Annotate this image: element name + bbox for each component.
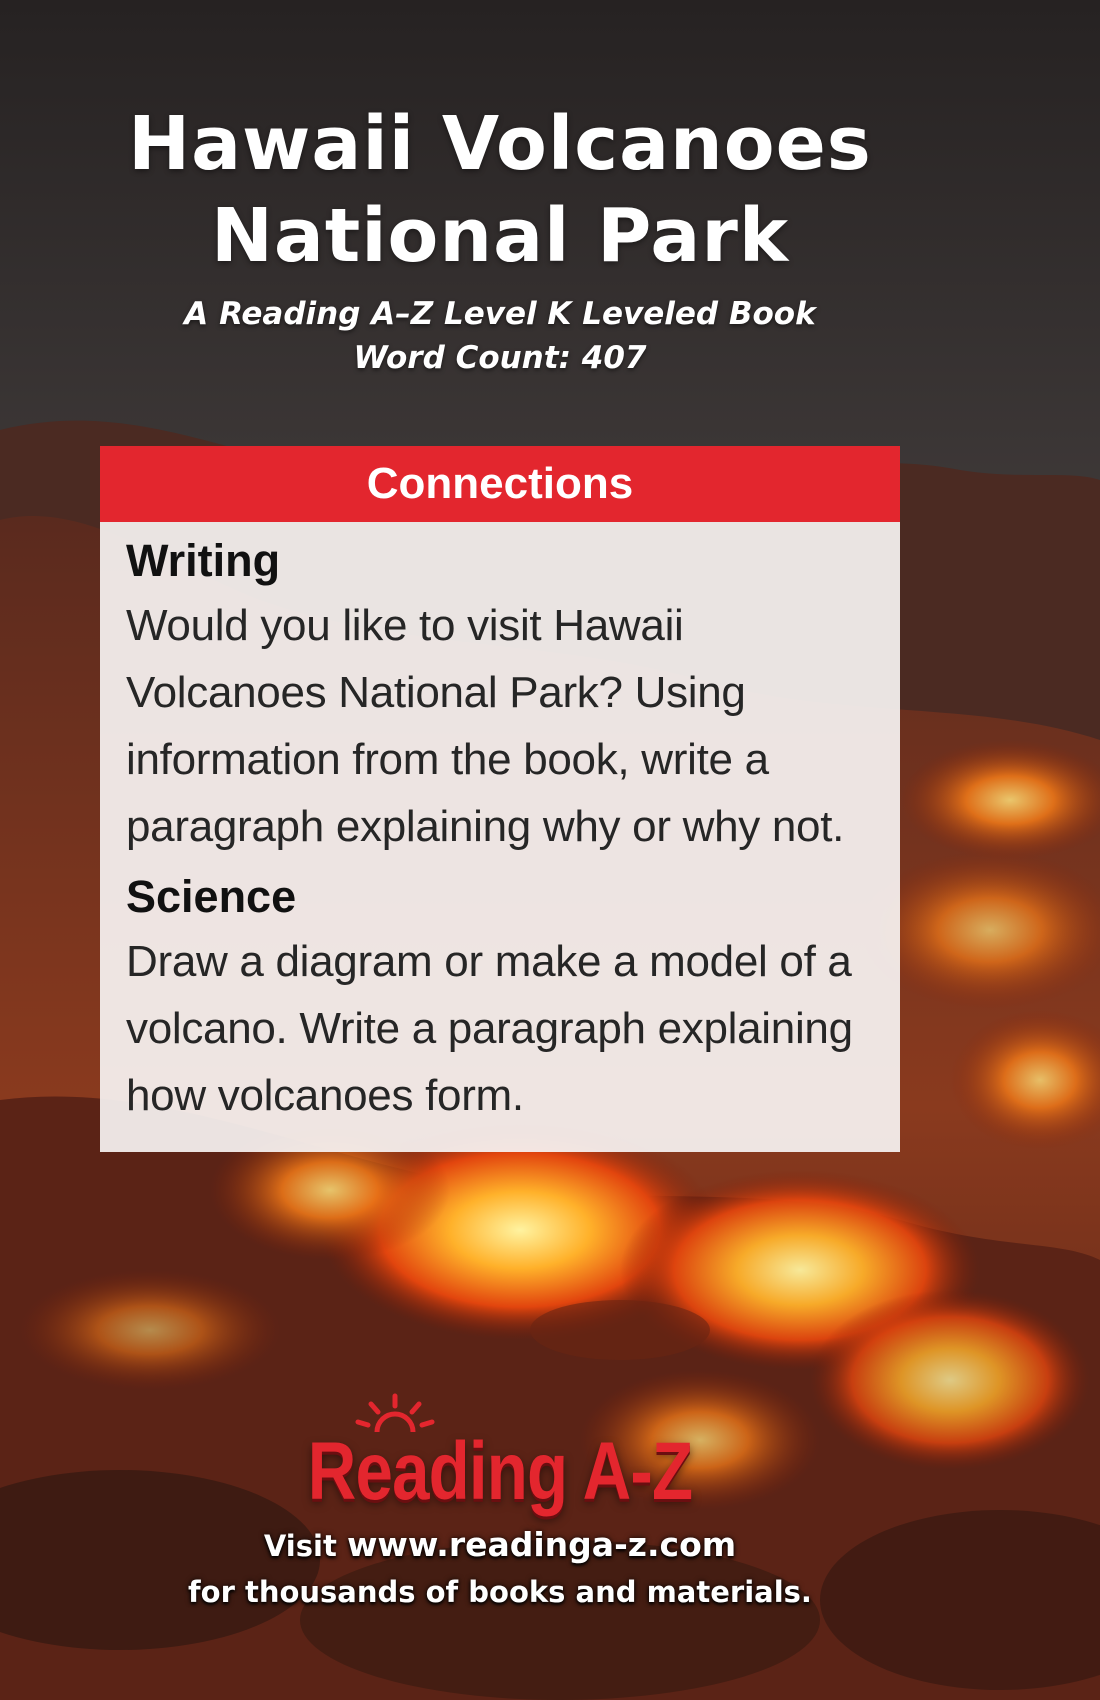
science-text: Draw a diagram or make a model of a volc… xyxy=(126,937,853,1120)
connections-body: Writing Would you like to visit Hawaii V… xyxy=(100,522,900,1129)
connections-panel: Connections Writing Would you like to vi… xyxy=(100,446,900,1152)
science-heading: Science xyxy=(126,871,297,922)
word-count-line: Word Count: 407 xyxy=(353,340,647,376)
book-title: Hawaii Volcanoes National Park xyxy=(0,98,1000,282)
footer-text: Visit www.readinga-z.com for thousands o… xyxy=(0,1522,1000,1615)
level-line: A Reading A–Z Level K Leveled Book xyxy=(184,296,816,332)
connections-header: Connections xyxy=(100,446,900,522)
writing-heading: Writing xyxy=(126,535,281,586)
website-link[interactable]: www.readinga-z.com xyxy=(347,1525,736,1564)
book-title-line-2: National Park xyxy=(210,193,790,279)
footer-tagline: for thousands of books and materials. xyxy=(188,1575,812,1609)
reading-az-logo: Reading A-Z xyxy=(307,1426,693,1517)
writing-text: Would you like to visit Hawaii Volcanoes… xyxy=(126,601,845,851)
book-subtitle: A Reading A–Z Level K Leveled Book Word … xyxy=(0,292,1000,380)
footer-visit-line: Visit www.readinga-z.com xyxy=(0,1522,1000,1569)
book-title-line-1: Hawaii Volcanoes xyxy=(128,101,872,187)
visit-prefix: Visit xyxy=(263,1529,337,1563)
